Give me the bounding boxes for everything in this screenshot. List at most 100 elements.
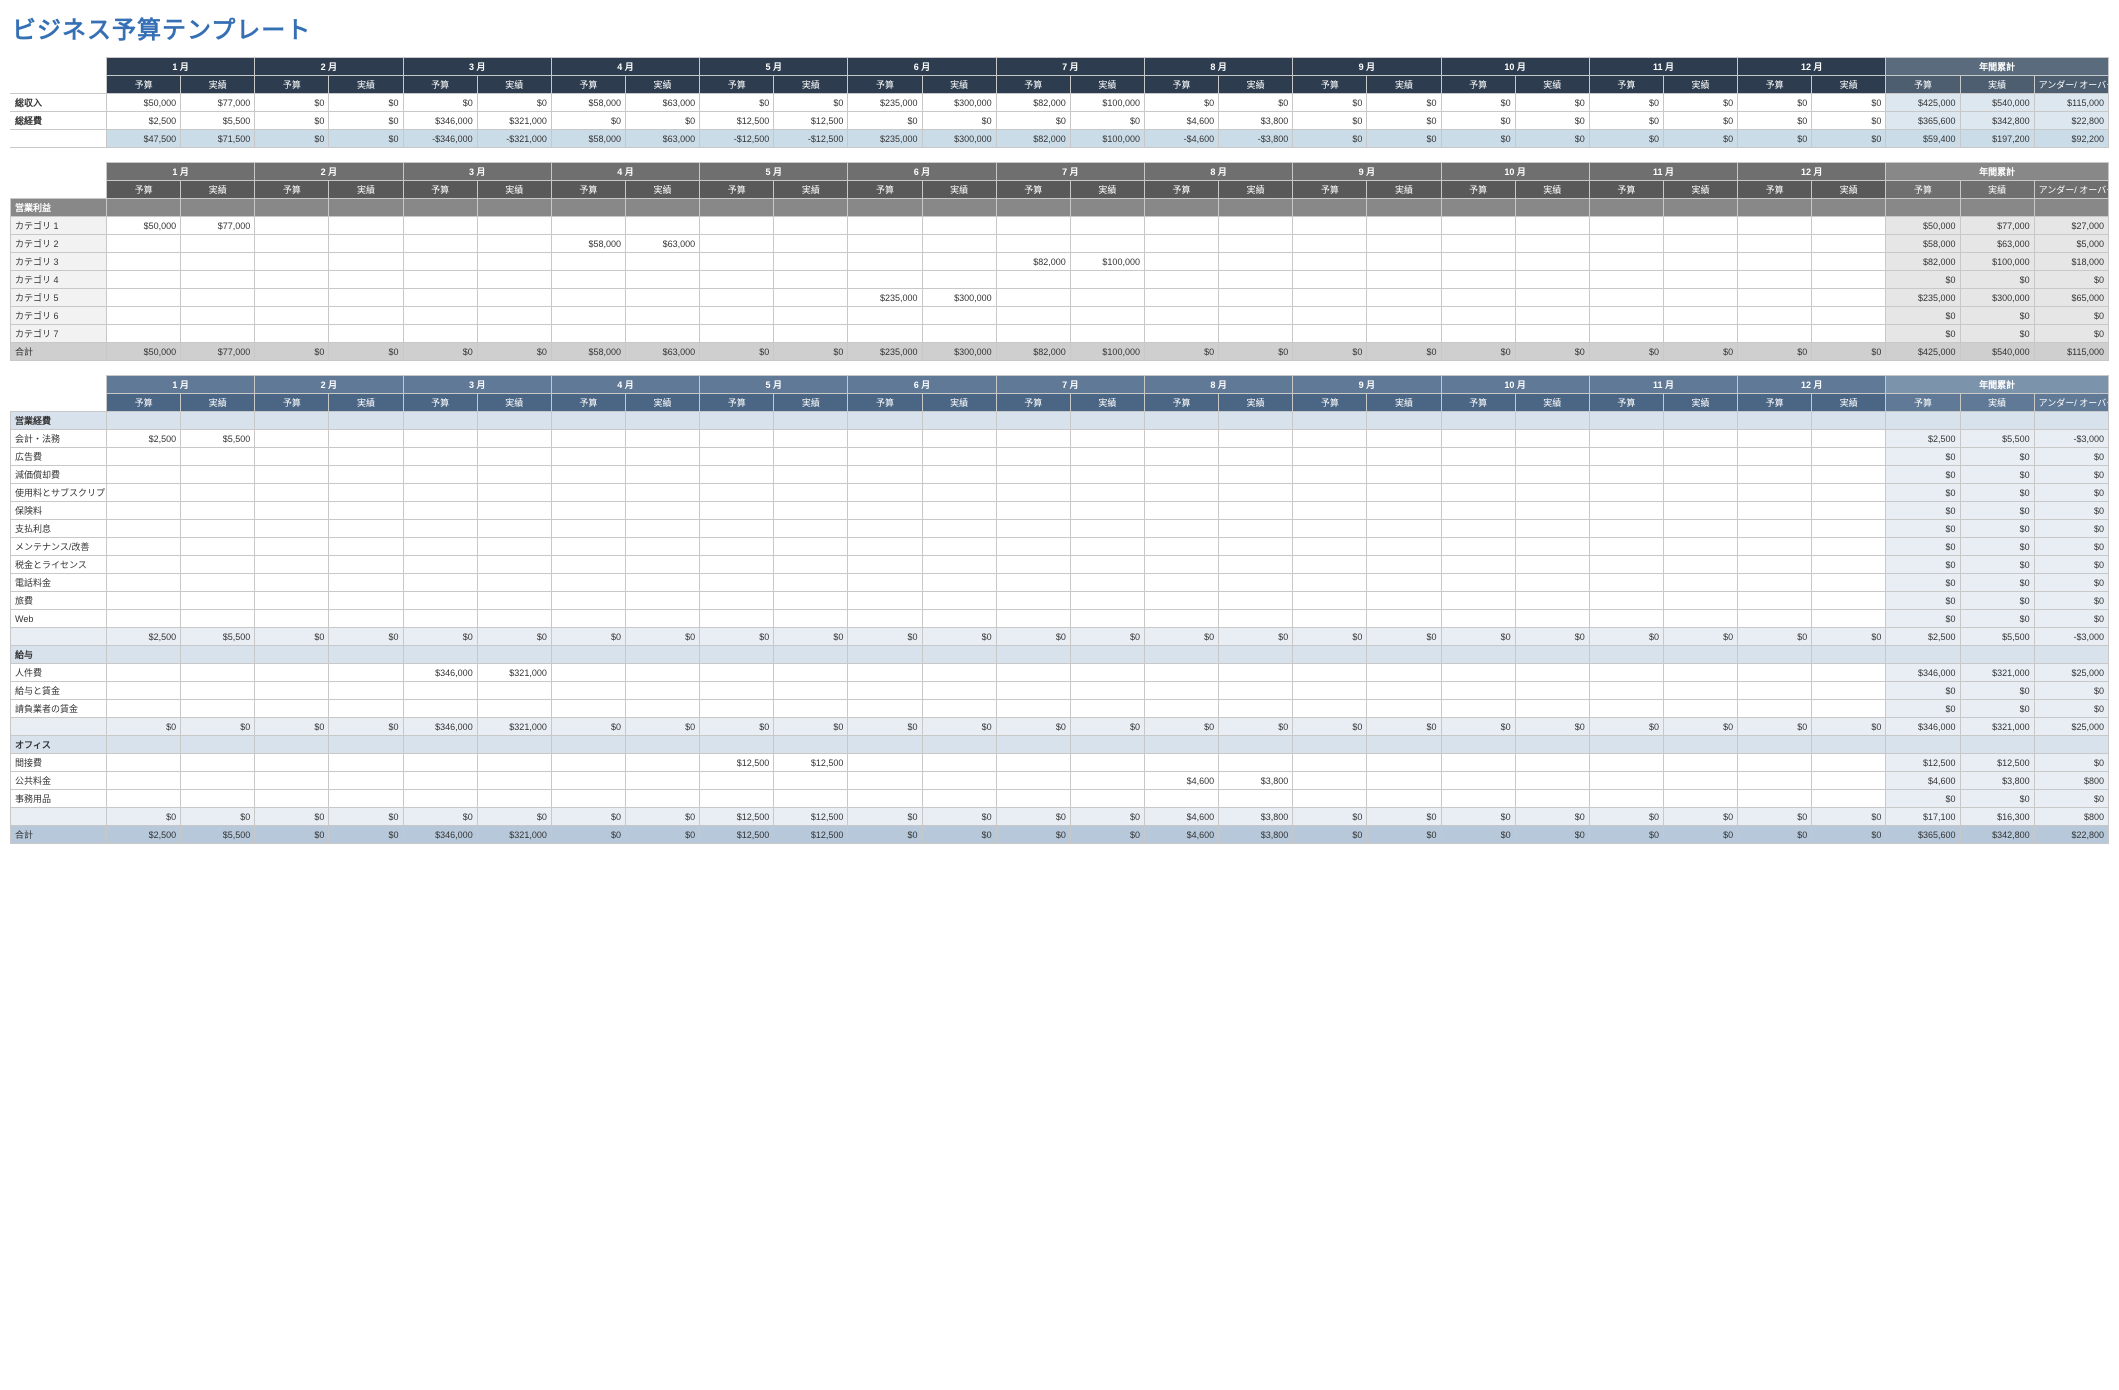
cell-budget[interactable] <box>107 271 181 289</box>
cell-budget[interactable]: $0 <box>996 112 1070 130</box>
cell-budget[interactable] <box>848 448 922 466</box>
cell-actual[interactable] <box>329 790 403 808</box>
cell-budget[interactable]: $0 <box>255 808 329 826</box>
cell-budget[interactable] <box>255 217 329 235</box>
cell-actual[interactable] <box>774 289 848 307</box>
cell-actual[interactable] <box>181 448 255 466</box>
cell-actual[interactable]: $100,000 <box>1070 253 1144 271</box>
cell-actual[interactable]: $100,000 <box>1070 94 1144 112</box>
cell-actual[interactable]: $321,000 <box>477 718 551 736</box>
cell-actual[interactable] <box>774 271 848 289</box>
cell-actual[interactable]: $0 <box>329 343 403 361</box>
cell-budget[interactable] <box>996 502 1070 520</box>
cell-actual[interactable] <box>1219 235 1293 253</box>
cell-budget[interactable] <box>848 217 922 235</box>
cell-budget[interactable] <box>1738 430 1812 448</box>
cell-budget[interactable] <box>848 592 922 610</box>
cell-actual[interactable] <box>1070 217 1144 235</box>
cell-actual[interactable] <box>1663 574 1737 592</box>
cell-actual[interactable] <box>1367 574 1441 592</box>
cell-budget[interactable] <box>700 592 774 610</box>
cell-budget[interactable]: $82,000 <box>996 343 1070 361</box>
cell-budget[interactable] <box>700 253 774 271</box>
cell-actual[interactable] <box>922 430 996 448</box>
cell-actual[interactable]: $12,500 <box>774 754 848 772</box>
cell-budget[interactable] <box>255 253 329 271</box>
cell-actual[interactable] <box>922 610 996 628</box>
cell-actual[interactable]: $0 <box>625 808 699 826</box>
cell-budget[interactable]: $0 <box>1738 718 1812 736</box>
cell-budget[interactable] <box>1589 430 1663 448</box>
cell-actual[interactable] <box>625 700 699 718</box>
cell-actual[interactable]: $0 <box>477 94 551 112</box>
cell-budget[interactable] <box>1589 466 1663 484</box>
cell-budget[interactable] <box>1144 484 1218 502</box>
cell-actual[interactable] <box>329 592 403 610</box>
cell-budget[interactable] <box>255 430 329 448</box>
cell-budget[interactable] <box>848 235 922 253</box>
cell-actual[interactable] <box>922 448 996 466</box>
cell-budget[interactable]: $0 <box>700 343 774 361</box>
cell-actual[interactable] <box>329 700 403 718</box>
cell-actual[interactable] <box>774 664 848 682</box>
cell-budget[interactable]: $0 <box>1293 628 1367 646</box>
cell-budget[interactable] <box>255 235 329 253</box>
cell-budget[interactable] <box>1441 466 1515 484</box>
cell-actual[interactable] <box>181 790 255 808</box>
cell-budget[interactable] <box>551 556 625 574</box>
cell-budget[interactable] <box>255 307 329 325</box>
cell-actual[interactable]: $0 <box>181 808 255 826</box>
cell-budget[interactable] <box>255 289 329 307</box>
cell-actual[interactable]: $71,500 <box>181 130 255 148</box>
cell-budget[interactable] <box>1144 556 1218 574</box>
cell-budget[interactable] <box>1293 592 1367 610</box>
cell-actual[interactable]: $321,000 <box>477 826 551 844</box>
cell-actual[interactable] <box>181 520 255 538</box>
cell-budget[interactable] <box>1293 430 1367 448</box>
cell-budget[interactable] <box>1738 271 1812 289</box>
cell-budget[interactable]: $0 <box>1441 94 1515 112</box>
cell-budget[interactable] <box>551 502 625 520</box>
cell-actual[interactable] <box>774 682 848 700</box>
cell-actual[interactable] <box>1219 610 1293 628</box>
cell-budget[interactable] <box>403 700 477 718</box>
cell-actual[interactable] <box>181 574 255 592</box>
cell-budget[interactable]: $0 <box>700 94 774 112</box>
cell-actual[interactable] <box>329 217 403 235</box>
cell-budget[interactable]: $0 <box>107 808 181 826</box>
cell-budget[interactable] <box>403 574 477 592</box>
cell-actual[interactable] <box>625 592 699 610</box>
cell-budget[interactable]: $346,000 <box>403 112 477 130</box>
cell-budget[interactable] <box>255 325 329 343</box>
cell-actual[interactable]: $3,800 <box>1219 112 1293 130</box>
cell-actual[interactable] <box>1070 325 1144 343</box>
cell-actual[interactable] <box>625 217 699 235</box>
cell-actual[interactable] <box>329 682 403 700</box>
cell-actual[interactable] <box>1812 325 1886 343</box>
cell-budget[interactable]: $12,500 <box>700 826 774 844</box>
cell-budget[interactable] <box>1441 307 1515 325</box>
cell-actual[interactable]: $63,000 <box>625 130 699 148</box>
cell-budget[interactable] <box>1589 772 1663 790</box>
cell-budget[interactable] <box>1144 664 1218 682</box>
cell-actual[interactable]: $0 <box>1515 826 1589 844</box>
cell-budget[interactable]: $4,600 <box>1144 112 1218 130</box>
cell-budget[interactable] <box>1293 325 1367 343</box>
cell-actual[interactable]: $77,000 <box>181 94 255 112</box>
cell-actual[interactable]: $12,500 <box>774 112 848 130</box>
cell-actual[interactable] <box>1367 325 1441 343</box>
cell-actual[interactable] <box>625 253 699 271</box>
cell-actual[interactable] <box>1663 502 1737 520</box>
cell-budget[interactable]: $0 <box>1738 628 1812 646</box>
cell-budget[interactable] <box>996 592 1070 610</box>
cell-budget[interactable]: $0 <box>1293 112 1367 130</box>
cell-budget[interactable] <box>551 574 625 592</box>
cell-budget[interactable] <box>996 430 1070 448</box>
cell-budget[interactable]: $0 <box>996 826 1070 844</box>
cell-budget[interactable] <box>551 664 625 682</box>
cell-budget[interactable] <box>848 502 922 520</box>
cell-budget[interactable] <box>107 325 181 343</box>
cell-budget[interactable] <box>551 484 625 502</box>
cell-actual[interactable] <box>922 235 996 253</box>
cell-budget[interactable]: -$346,000 <box>403 130 477 148</box>
